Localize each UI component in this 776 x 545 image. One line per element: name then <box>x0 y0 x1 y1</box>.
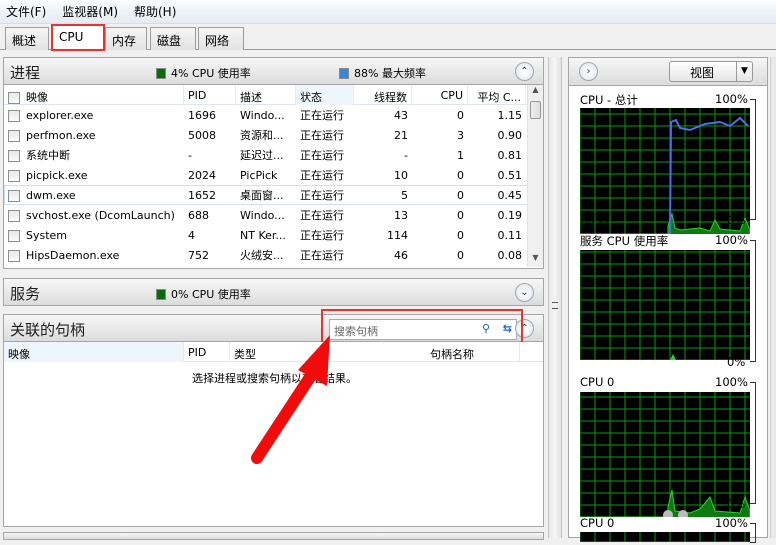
graph-min-label: 0% <box>727 355 746 369</box>
view-dropdown[interactable]: 视图 ▼ <box>669 61 753 82</box>
graph-max-label: 100% <box>715 516 748 530</box>
graph-min-label: 0% <box>727 497 746 511</box>
graph-bracket <box>750 382 756 504</box>
grip-icon <box>552 302 558 309</box>
pane-splitter[interactable] <box>548 57 562 538</box>
graph-max-label: 100% <box>715 375 748 389</box>
graph-max-label: 100% <box>715 92 748 106</box>
graph-title: 服务 CPU 使用率 <box>580 234 669 248</box>
graph-time-label: 60 秒 <box>580 214 610 228</box>
graph-max-label: 100% <box>715 233 748 247</box>
chevron-down-icon[interactable]: ▼ <box>736 62 752 81</box>
cpu-graph <box>579 532 750 543</box>
graph-bracket <box>750 240 756 362</box>
graph-title: CPU - 总计 <box>580 93 638 107</box>
graph-min-label: 0% <box>727 213 746 227</box>
graphs-toolbar: › 视图 ▼ <box>569 58 767 86</box>
right-scrollbar[interactable] <box>770 57 776 538</box>
graph-bracket <box>750 99 756 220</box>
tab-cpu[interactable]: CPU <box>51 24 105 51</box>
collapse-graphs-icon[interactable]: › <box>579 62 598 81</box>
graph-title: CPU 0 <box>580 375 615 389</box>
graphs-pane: › 视图 ▼ CPU - 总计 100% 0% 60 秒服务 CPU 使用率 100% 0… <box>568 57 768 543</box>
cpu-graph <box>579 392 751 520</box>
graph-bracket <box>750 523 756 543</box>
graph-title: CPU 0 <box>580 516 615 530</box>
cpu-graph <box>579 250 750 361</box>
